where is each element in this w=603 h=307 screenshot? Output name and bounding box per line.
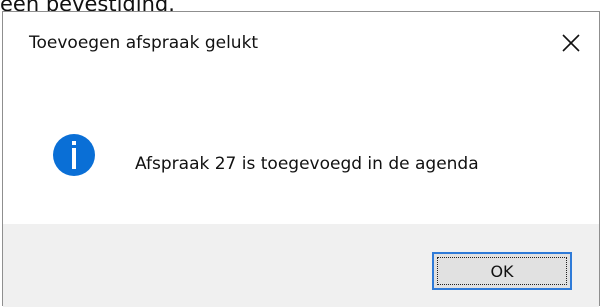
ok-button[interactable]: OK [432,252,572,290]
info-icon [52,133,96,177]
message-dialog: Toevoegen afspraak gelukt Afspraak 27 is… [2,11,600,307]
close-button[interactable] [543,12,599,76]
close-icon [562,34,580,52]
dialog-content: Afspraak 27 is toegevoegd in de agenda [3,76,599,224]
dialog-title: Toevoegen afspraak gelukt [29,33,259,53]
dialog-message: Afspraak 27 is toegevoegd in de agenda [135,154,479,174]
dialog-titlebar[interactable]: Toevoegen afspraak gelukt [3,12,599,76]
dialog-footer: OK [3,224,599,307]
